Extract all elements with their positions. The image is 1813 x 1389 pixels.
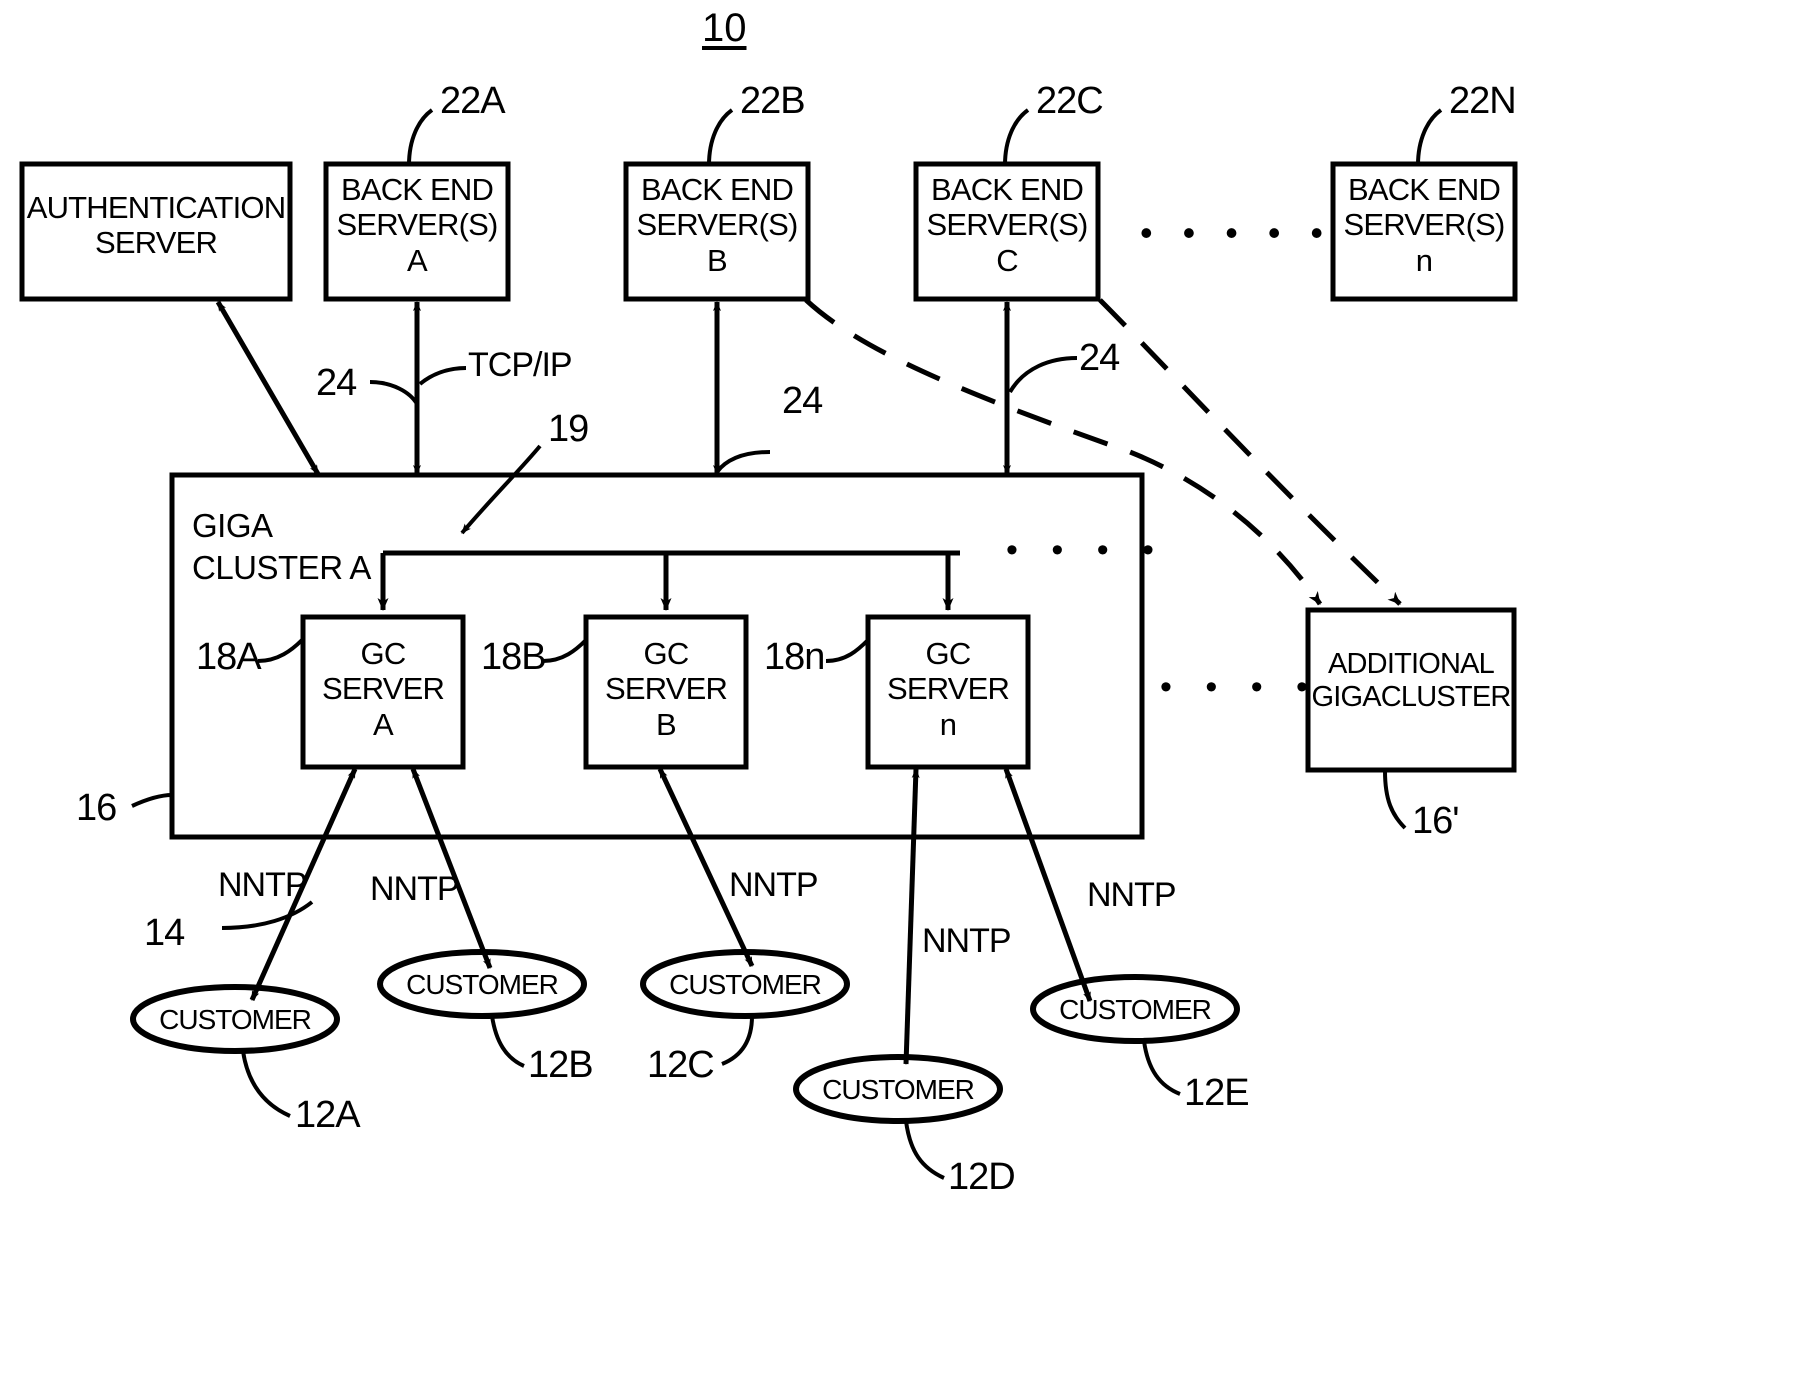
- ref-24-a: 24: [316, 362, 357, 404]
- ref-19: 19: [548, 408, 589, 450]
- authentication-server-box-label: AUTHENTICATION SERVER: [26, 190, 286, 261]
- ref-18b: 18B: [481, 636, 547, 678]
- additional-gigacluster-box-label: ADDITIONAL GIGACLUSTER: [1311, 648, 1511, 714]
- top-row-ellipsis: • • • • •: [1140, 212, 1334, 253]
- ref-12a: 12A: [295, 1094, 361, 1136]
- ref-18n: 18n: [764, 636, 825, 678]
- nntp-label-2: NNTP: [370, 870, 460, 908]
- gc-server-b-box-label: GC SERVER B: [604, 636, 728, 742]
- ref-18a: 18A: [196, 636, 262, 678]
- ref-22c: 22C: [1036, 80, 1104, 122]
- gc-server-n-box-label: GC SERVER n: [886, 636, 1010, 742]
- back-end-server-n-box-label: BACK END SERVER(S) n: [1343, 172, 1505, 278]
- nntp-label-1: NNTP: [218, 866, 308, 904]
- gigacluster-a-label: GIGA CLUSTER A: [192, 507, 371, 587]
- back-end-server-c-box-label: BACK END SERVER(S) C: [926, 172, 1088, 278]
- ref-22n: 22N: [1449, 80, 1517, 122]
- ref-22a: 22A: [440, 80, 506, 122]
- ref-16: 16: [76, 787, 117, 829]
- back-end-server-b-box-label: BACK END SERVER(S) B: [636, 172, 798, 278]
- ref-12e: 12E: [1184, 1072, 1250, 1114]
- back-end-server-a-box-label: BACK END SERVER(S) A: [336, 172, 498, 278]
- customer-label-12b: CUSTOMER: [406, 969, 559, 1000]
- ref-22b: 22B: [740, 80, 806, 122]
- nntp-label-4: NNTP: [922, 922, 1012, 960]
- ref-16-prime: 16': [1412, 800, 1460, 842]
- ref-24-c: 24: [1079, 337, 1120, 379]
- customer-label-12a: CUSTOMER: [159, 1004, 312, 1035]
- ref-12d: 12D: [948, 1156, 1016, 1198]
- nntp-label-5: NNTP: [1087, 876, 1177, 914]
- customer-label-12e: CUSTOMER: [1059, 994, 1212, 1025]
- figure-number: 10: [702, 6, 747, 50]
- tcpip-label: TCP/IP: [468, 346, 573, 384]
- cluster-bus-ellipsis: • • • •: [1006, 531, 1166, 569]
- customer-label-12c: CUSTOMER: [669, 969, 822, 1000]
- ref-24-b: 24: [782, 380, 823, 422]
- ref-14: 14: [144, 912, 185, 954]
- ref-12b: 12B: [528, 1044, 594, 1086]
- nntp-label-3: NNTP: [729, 866, 819, 904]
- ref-12c: 12C: [647, 1044, 715, 1086]
- customer-label-12d: CUSTOMER: [822, 1074, 975, 1105]
- patent-figure: 10 AUTHENTICATION SERVER BACK END SERVER…: [0, 0, 1813, 1389]
- gc-server-a-box-label: GC SERVER A: [321, 636, 445, 742]
- cluster-servers-ellipsis: • • • •: [1160, 668, 1320, 706]
